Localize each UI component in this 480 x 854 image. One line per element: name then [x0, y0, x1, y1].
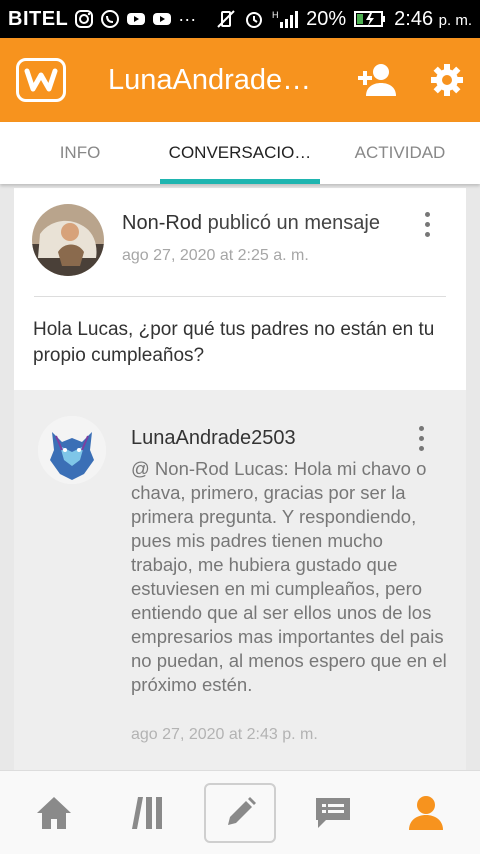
battery-icon [354, 11, 386, 27]
conversation-card: Non-Rod publicó un mensaje ago 27, 2020 … [14, 188, 466, 770]
clock-suffix: p. m. [438, 11, 472, 29]
home-icon [37, 796, 72, 829]
instagram-icon [75, 10, 94, 28]
post-action: publicó un mensaje [207, 212, 380, 234]
reply-body: @ Non-Rod Lucas: Hola mi chavo o chava, … [131, 458, 447, 695]
reply-date: ago 27, 2020 at 2:43 p. m. [131, 726, 318, 743]
reply-author[interactable]: LunaAndrade2503 [131, 427, 296, 450]
app-bar: LunaAndrade… [0, 38, 480, 122]
library-icon [132, 796, 163, 829]
notification-icons: ··· [74, 9, 196, 30]
post-title: Non-Rod publicó un mensaje [122, 212, 380, 235]
post-body: Hola Lucas, ¿por qué tus padres no están… [33, 319, 435, 366]
youtube-icon [127, 13, 146, 25]
nav-profile[interactable] [390, 783, 462, 843]
post-date: ago 27, 2020 at 2:25 a. m. [122, 247, 309, 264]
tab-info[interactable]: INFO [0, 122, 160, 184]
nav-messages[interactable] [297, 783, 369, 843]
status-bar: BITEL ··· H 20% 2:46 p. m. [0, 0, 480, 38]
carrier-name: BITEL [8, 7, 69, 30]
reply-item: LunaAndrade2503 @ Non-Rod Lucas: Hola mi… [14, 390, 466, 770]
profile-icon [408, 795, 443, 830]
clock-time: 2:46 [394, 7, 434, 30]
signal-icon: H [272, 10, 299, 28]
clock: 2:46 p. m. [394, 8, 472, 31]
nav-home[interactable] [18, 783, 90, 843]
tab-activity[interactable]: ACTIVIDAD [320, 122, 480, 184]
whatsapp-icon [101, 10, 120, 28]
avatar[interactable] [38, 416, 106, 484]
follow-user-icon[interactable] [356, 62, 398, 98]
reply-options-icon[interactable] [419, 426, 424, 451]
vibrate-off-icon [217, 10, 235, 28]
more-notifications-icon: ··· [178, 8, 197, 29]
avatar[interactable] [32, 204, 104, 276]
pencil-icon [227, 796, 256, 825]
alarm-icon [246, 12, 263, 28]
wattpad-logo-icon[interactable] [16, 58, 66, 102]
tab-conversations[interactable]: CONVERSACIO… [160, 122, 320, 184]
messages-icon [315, 797, 350, 828]
post-header: Non-Rod publicó un mensaje ago 27, 2020 … [14, 188, 466, 296]
post-options-icon[interactable] [425, 212, 430, 237]
youtube-icon [153, 13, 172, 25]
post-author[interactable]: Non-Rod [122, 212, 202, 234]
profile-tabs: INFO CONVERSACIO… ACTIVIDAD [0, 122, 480, 184]
bottom-navigation [0, 770, 480, 854]
profile-title: LunaAndrade… [108, 63, 312, 96]
settings-gear-icon[interactable] [430, 63, 464, 97]
network-type: H [272, 10, 279, 20]
nav-write[interactable] [203, 782, 276, 843]
battery-percent: 20% [306, 7, 347, 30]
nav-library[interactable] [111, 783, 183, 843]
